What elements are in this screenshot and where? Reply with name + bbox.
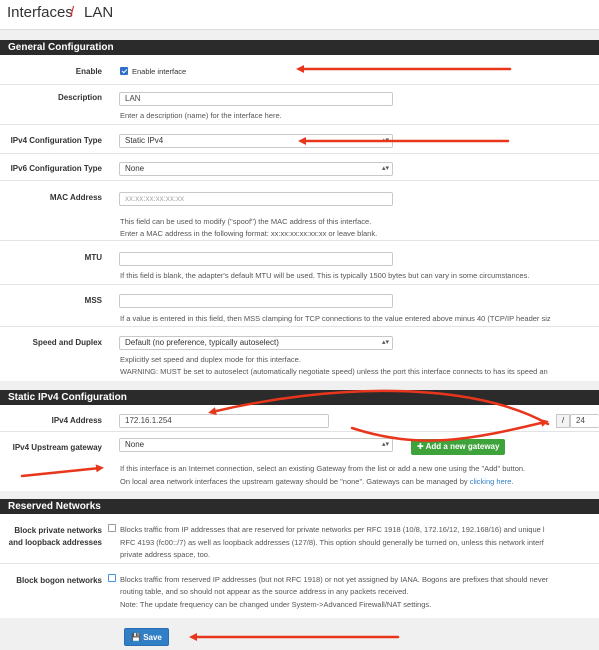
ipv4-address-input[interactable]: 172.16.1.254 bbox=[119, 414, 329, 428]
row-ipv4-gateway: IPv4 Upstream gateway None ▴▾ ✚ Add a ne… bbox=[0, 432, 599, 491]
description-input[interactable]: LAN bbox=[119, 92, 393, 106]
block-private-help-3: private address space, too. bbox=[120, 550, 211, 559]
ipv4-gateway-value: None bbox=[125, 440, 145, 449]
enable-checkbox-label[interactable]: Enable interface bbox=[132, 67, 186, 76]
block-private-label-2: and loopback addresses bbox=[8, 538, 102, 547]
block-bogon-help-3: Note: The update frequency can be change… bbox=[120, 600, 432, 609]
ipv6-type-label: IPv6 Configuration Type bbox=[10, 164, 102, 173]
block-bogon-label: Block bogon networks bbox=[16, 576, 102, 585]
breadcrumb-current: LAN bbox=[84, 4, 114, 21]
ipv4-gateway-select[interactable]: None ▴▾ bbox=[119, 438, 393, 452]
row-ipv6-type: IPv6 Configuration Type None ▴▾ bbox=[0, 154, 599, 181]
speed-select[interactable]: Default (no preference, typically autose… bbox=[119, 336, 393, 350]
static-ipv4-panel: IPv4 Address 172.16.1.254 / 24 IPv4 Upst… bbox=[0, 405, 599, 491]
description-label: Description bbox=[57, 93, 102, 102]
row-ipv4-address: IPv4 Address 172.16.1.254 / 24 bbox=[0, 405, 599, 432]
enable-checkbox[interactable] bbox=[120, 67, 128, 75]
block-private-help-2: RFC 4193 (fc00::/7) as well as loopback … bbox=[120, 538, 544, 547]
speed-help-1: Explicitly set speed and duplex mode for… bbox=[120, 355, 301, 364]
row-block-private: Block private networks and loopback addr… bbox=[0, 514, 599, 564]
caret-icon: ▴▾ bbox=[381, 137, 389, 144]
block-private-checkbox[interactable] bbox=[108, 524, 116, 532]
ipv4-address-label: IPv4 Address bbox=[51, 416, 102, 425]
description-help: Enter a description (name) for the inter… bbox=[120, 111, 282, 120]
gateways-link[interactable]: clicking here bbox=[470, 477, 512, 486]
breadcrumb-separator: / bbox=[70, 4, 75, 21]
caret-icon: ▴▾ bbox=[381, 441, 389, 448]
add-gateway-button[interactable]: ✚ Add a new gateway bbox=[411, 439, 506, 455]
floppy-disk-icon: 💾 bbox=[131, 633, 144, 642]
block-bogon-checkbox[interactable] bbox=[108, 574, 116, 582]
speed-label: Speed and Duplex bbox=[32, 338, 102, 347]
save-label: Save bbox=[143, 633, 162, 642]
block-bogon-help-2: routing table, and so should not appear … bbox=[120, 587, 409, 596]
row-mtu: MTU If this field is blank, the adapter'… bbox=[0, 241, 599, 285]
block-private-label-1: Block private networks bbox=[14, 526, 102, 535]
row-block-bogon: Block bogon networks Blocks traffic from… bbox=[0, 564, 599, 618]
speed-help-2: WARNING: MUST be set to autoselect (auto… bbox=[120, 367, 548, 376]
ipv6-type-select[interactable]: None ▴▾ bbox=[119, 162, 393, 176]
row-enable: Enable Enable interface bbox=[0, 55, 599, 85]
section-static-ipv4-header: Static IPv4 Configuration bbox=[0, 390, 599, 405]
page-title-bar: Interfaces / LAN bbox=[0, 0, 599, 30]
mac-label: MAC Address bbox=[49, 193, 102, 202]
add-gateway-label: Add a new gateway bbox=[425, 442, 500, 451]
section-general-header: General Configuration bbox=[0, 40, 599, 55]
block-bogon-help-1: Blocks traffic from reserved IP addresse… bbox=[120, 575, 549, 584]
general-panel: Enable Enable interface Description LAN … bbox=[0, 55, 599, 381]
speed-value: Default (no preference, typically autose… bbox=[125, 338, 279, 347]
block-private-help-1: Blocks traffic from IP addresses that ar… bbox=[120, 525, 545, 534]
row-mss: MSS If a value is entered in this field,… bbox=[0, 285, 599, 327]
row-description: Description LAN Enter a description (nam… bbox=[0, 85, 599, 125]
ipv4-gateway-label: IPv4 Upstream gateway bbox=[12, 443, 102, 452]
mtu-input[interactable] bbox=[119, 252, 393, 266]
breadcrumb-interfaces[interactable]: Interfaces bbox=[7, 4, 73, 21]
row-ipv4-type: IPv4 Configuration Type Static IPv4 ▴▾ bbox=[0, 125, 599, 154]
cidr-mask-select[interactable]: 24 bbox=[570, 414, 599, 428]
mtu-label: MTU bbox=[84, 253, 102, 262]
mtu-help: If this field is blank, the adapter's de… bbox=[120, 271, 530, 280]
reserved-panel: Block private networks and loopback addr… bbox=[0, 514, 599, 618]
ipv4-type-value: Static IPv4 bbox=[125, 136, 164, 145]
mss-input[interactable] bbox=[119, 294, 393, 308]
row-speed: Speed and Duplex Default (no preference,… bbox=[0, 327, 599, 381]
save-button[interactable]: 💾 Save bbox=[124, 628, 169, 646]
cidr-slash: / bbox=[556, 414, 570, 428]
ipv6-type-value: None bbox=[125, 164, 145, 173]
gateway-help-2: On local area network interfaces the ups… bbox=[120, 477, 514, 486]
mss-label: MSS bbox=[84, 296, 102, 305]
plus-icon: ✚ bbox=[417, 442, 426, 451]
section-reserved-header: Reserved Networks bbox=[0, 499, 599, 514]
ipv4-type-label: IPv4 Configuration Type bbox=[10, 136, 102, 145]
gateway-help-1: If this interface is an Internet connect… bbox=[120, 464, 526, 473]
enable-label: Enable bbox=[75, 67, 102, 76]
mac-help-1: This field can be used to modify ("spoof… bbox=[120, 217, 372, 226]
row-mac: MAC Address xx:xx:xx:xx:xx:xx This field… bbox=[0, 181, 599, 241]
mac-help-2: Enter a MAC address in the following for… bbox=[120, 229, 378, 238]
caret-icon: ▴▾ bbox=[381, 165, 389, 172]
mss-help: If a value is entered in this field, the… bbox=[120, 314, 551, 323]
mac-input[interactable]: xx:xx:xx:xx:xx:xx bbox=[119, 192, 393, 206]
ipv4-type-select[interactable]: Static IPv4 ▴▾ bbox=[119, 134, 393, 148]
caret-icon: ▴▾ bbox=[381, 339, 389, 346]
